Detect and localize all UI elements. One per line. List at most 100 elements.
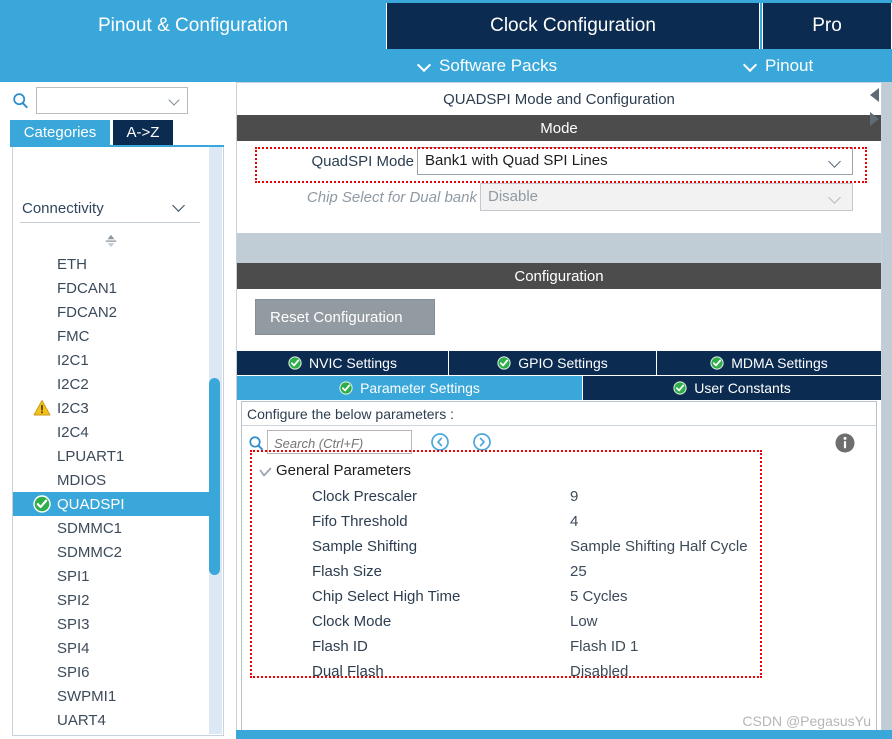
history-back-icon[interactable] [430,432,450,452]
peripheral-label: SPI1 [57,567,90,585]
sidebar-item-fmc[interactable]: FMC [13,324,211,348]
configure-hint: Configure the below parameters : [242,402,876,426]
tab-mdma-settings[interactable]: MDMA Settings [657,351,881,375]
peripheral-label: UART4 [57,711,106,729]
sidebar-item-i2c4[interactable]: I2C4 [13,420,211,444]
peripheral-label: QUADSPI [57,495,125,513]
peripheral-label: FDCAN2 [57,303,118,321]
reset-button-label: Reset Configuration [270,308,403,326]
sidebar-item-mdios[interactable]: MDIOS [13,468,211,492]
tab-label: Pinout & Configuration [97,15,289,36]
tab-label: Pro [812,15,842,36]
main-tab-bar: Pinout & Configuration Clock Configurati… [0,0,892,49]
peripheral-label: SPI4 [57,639,90,657]
sidebar-item-swpmi1[interactable]: SWPMI1 [13,684,211,708]
tab-pinout-configuration[interactable]: Pinout & Configuration [0,3,386,49]
sidebar-item-spi3[interactable]: SPI3 [13,612,211,636]
sidebar-item-spi1[interactable]: SPI1 [13,564,211,588]
tab-label: GPIO Settings [518,355,608,371]
peripheral-label: SWPMI1 [57,687,117,705]
sidebar-item-quadspi[interactable]: QUADSPI [13,492,211,516]
bottom-accent-strip [236,730,892,739]
tab-label: A->Z [126,124,160,141]
chevron-down-icon [830,193,842,205]
search-icon[interactable] [12,92,30,110]
configuration-section-header: Configuration [237,263,881,289]
chip-select-dual-bank-value: Disable [488,188,539,205]
menu-pinout[interactable]: Pinout [744,49,813,82]
check-circle-icon [710,356,724,370]
tab-user-constants[interactable]: User Constants [583,376,881,400]
chip-select-dual-bank-select[interactable]: Disable [480,183,853,211]
sidebar-item-fdcan1[interactable]: FDCAN1 [13,276,211,300]
chevron-down-icon [418,59,431,72]
tab-label: Categories [23,124,97,141]
panel-title: QUADSPI Mode and Configuration [237,83,881,115]
check-circle-icon [288,356,302,370]
config-tabs-row-2: Parameter Settings User Constants [237,376,881,400]
sidebar-item-sdmmc2[interactable]: SDMMC2 [13,540,211,564]
category-label: Connectivity [22,200,104,217]
watermark: CSDN @PegasusYu [742,713,871,729]
configure-hint-text: Configure the below parameters : [247,405,454,422]
tab-a-to-z[interactable]: A->Z [113,120,173,145]
chevron-down-icon [744,59,757,72]
tab-project-manager[interactable]: Pro [762,3,892,49]
tab-parameter-settings[interactable]: Parameter Settings [237,376,583,400]
mode-header-label: Mode [540,119,578,137]
config-tabs-row-1: NVIC Settings GPIO Settings MDMA Setting… [237,351,881,375]
peripheral-sidebar: Categories A->Z Connectivity ETH FDCAN1 … [0,82,232,739]
peripheral-label: MDIOS [57,471,107,489]
peripheral-label: FMC [57,327,90,345]
sidebar-item-lpuart1[interactable]: LPUART1 [13,444,211,468]
sidebar-item-spi6[interactable]: SPI6 [13,660,211,684]
sidebar-item-i2c1[interactable]: I2C1 [13,348,211,372]
sidebar-item-uart4[interactable]: UART4 [13,708,211,732]
peripheral-label: I2C3 [57,399,89,417]
tab-gpio-settings[interactable]: GPIO Settings [449,351,657,375]
sidebar-item-fdcan2[interactable]: FDCAN2 [13,300,211,324]
menu-software-packs[interactable]: Software Packs [418,49,557,82]
peripheral-label: SPI6 [57,663,90,681]
tab-label: Parameter Settings [360,380,480,396]
sidebar-search-box[interactable] [36,87,188,114]
reset-configuration-button[interactable]: Reset Configuration [255,299,435,335]
peripheral-label: FDCAN1 [57,279,118,297]
sidebar-item-eth[interactable]: ETH [13,252,211,276]
sidebar-item-spi2[interactable]: SPI2 [13,588,211,612]
tab-label: NVIC Settings [309,355,397,371]
search-input[interactable] [41,91,170,112]
right-scroll-strip[interactable] [882,82,892,739]
sidebar-item-sdmmc1[interactable]: SDMMC1 [13,516,211,540]
sub-menu-bar: Software Packs Pinout [0,49,892,82]
category-rule [20,222,200,223]
peripheral-label: SPI2 [57,591,90,609]
tab-label: Clock Configuration [490,15,656,36]
expand-right-arrow-icon[interactable] [870,112,879,126]
peripheral-label: I2C4 [57,423,89,441]
tab-nvic-settings[interactable]: NVIC Settings [237,351,449,375]
sidebar-item-i2c2[interactable]: I2C2 [13,372,211,396]
peripheral-label: I2C1 [57,351,89,369]
chip-select-dual-bank-label: Chip Select for Dual bank [306,189,477,206]
chevron-down-icon[interactable] [170,96,181,107]
sidebar-item-spi4[interactable]: SPI4 [13,636,211,660]
check-circle-icon [497,356,511,370]
mode-highlight-box [255,147,867,183]
collapse-left-arrow-icon[interactable] [870,88,879,102]
scroll-up-down-icon[interactable] [102,234,120,248]
info-icon[interactable] [834,432,856,454]
tab-label: MDMA Settings [731,355,828,371]
history-forward-icon[interactable] [472,432,492,452]
configuration-panel: QUADSPI Mode and Configuration Mode Quad… [236,82,882,739]
tab-clock-configuration[interactable]: Clock Configuration [386,3,760,49]
parameters-highlight-box [250,450,762,678]
stm32cubemx-window: Pinout & Configuration Clock Configurati… [0,0,892,739]
chevron-down-icon[interactable] [174,201,188,215]
section-gap [237,233,881,263]
peripheral-label: LPUART1 [57,447,125,465]
tab-categories[interactable]: Categories [10,120,110,145]
peripheral-label: SPI3 [57,615,90,633]
sidebar-item-i2c3[interactable]: I2C3 [13,396,211,420]
panel-title-text: QUADSPI Mode and Configuration [443,90,675,108]
